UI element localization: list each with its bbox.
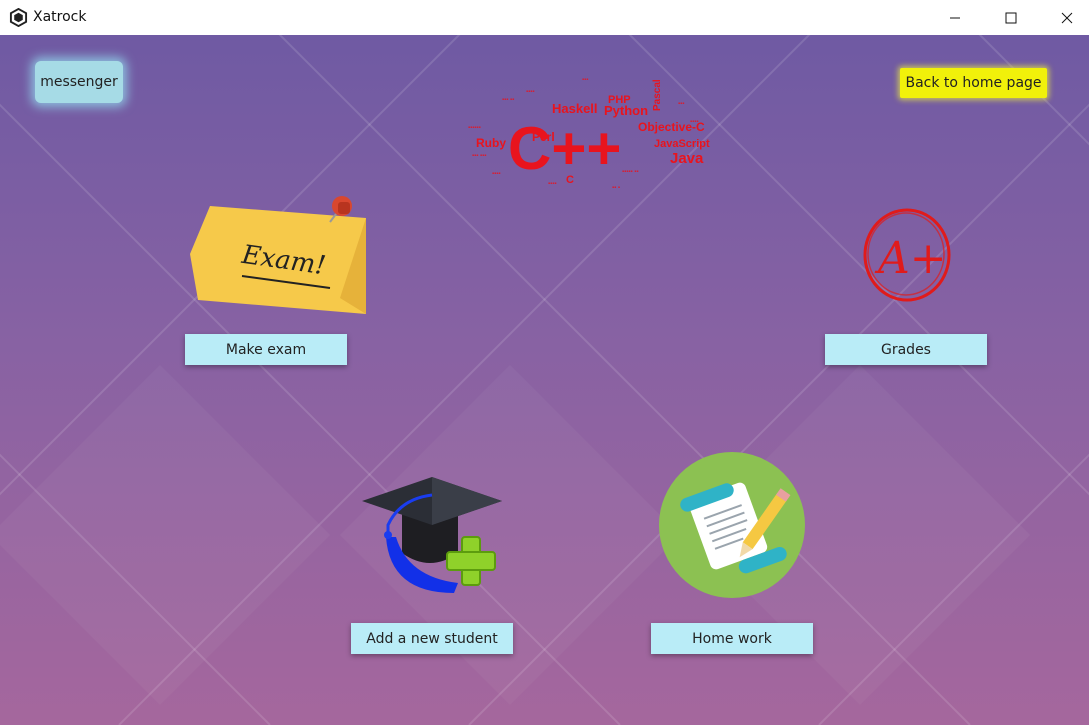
main-area: messenger Back to home page C++ Haskell … (0, 35, 1089, 725)
word-cloud-word: JavaScript (654, 138, 710, 150)
word-cloud-main: C++ (508, 115, 621, 182)
maximize-icon (1005, 12, 1017, 23)
svg-text:▪▪▪: ▪▪▪ (678, 101, 684, 107)
svg-text:▪▪▪▪: ▪▪▪▪ (492, 171, 501, 177)
minimize-icon (950, 17, 960, 18)
svg-text:▪▪▪▪: ▪▪▪▪ (548, 181, 557, 187)
word-cloud-word: Haskell (552, 101, 598, 116)
svg-text:▪▪▪ ▪▪: ▪▪▪ ▪▪ (502, 97, 514, 103)
make-exam-button[interactable]: Make exam (185, 334, 347, 365)
svg-text:▪▪▪: ▪▪▪ (582, 77, 588, 83)
exam-note-icon: Exam! (190, 196, 366, 314)
word-cloud-word: Pascal (652, 79, 663, 111)
word-cloud-word: Python (604, 103, 648, 118)
home-work-button[interactable]: Home work (651, 623, 813, 654)
homework-scroll-icon (659, 452, 805, 598)
svg-text:▪▪▪▪▪ ▪▪: ▪▪▪▪▪ ▪▪ (622, 169, 639, 175)
app-logo-icon (9, 8, 28, 27)
grade-text: A+ (874, 233, 947, 284)
title-bar: Xatrock (0, 0, 1089, 35)
word-cloud-word: Ruby (476, 136, 506, 150)
close-icon (1061, 12, 1073, 23)
maximize-button[interactable] (988, 0, 1034, 35)
svg-text:▪▪▪▪: ▪▪▪▪ (526, 89, 535, 95)
word-cloud-word: Perl (532, 130, 555, 144)
programming-languages-word-cloud: C++ Haskell PHP Python Perl Ruby Objecti… (468, 77, 710, 191)
messenger-button[interactable]: messenger (35, 61, 123, 103)
graduation-cap-plus-icon (362, 477, 502, 593)
grades-button[interactable]: Grades (825, 334, 987, 365)
svg-text:▪▪▪▪: ▪▪▪▪ (690, 119, 699, 125)
window-title: Xatrock (33, 9, 87, 25)
back-to-home-button[interactable]: Back to home page (900, 68, 1047, 98)
svg-text:▪▪▪▪▪▪: ▪▪▪▪▪▪ (468, 125, 481, 131)
grade-a-plus-icon: A+ (863, 208, 951, 302)
svg-text:▪▪ ▪: ▪▪ ▪ (612, 185, 620, 191)
word-cloud-word: Java (670, 150, 704, 167)
close-button[interactable] (1044, 0, 1089, 35)
word-cloud-word: C (566, 174, 574, 186)
minimize-button[interactable] (932, 0, 978, 35)
add-new-student-button[interactable]: Add a new student (351, 623, 513, 654)
svg-text:▪▪▪ ▪▪▪: ▪▪▪ ▪▪▪ (472, 153, 486, 159)
